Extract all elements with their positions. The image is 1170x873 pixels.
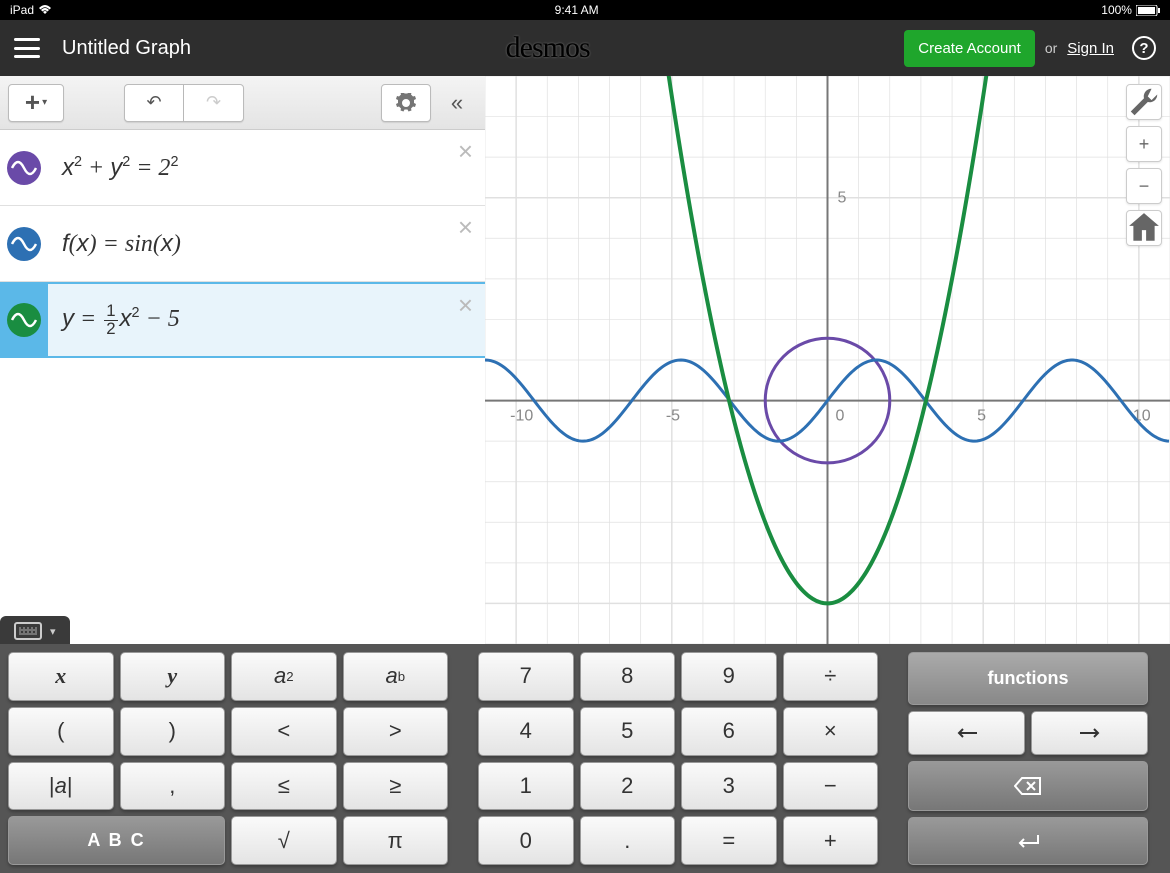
key-+[interactable]: + — [783, 816, 879, 865]
keyboard-icon — [14, 622, 42, 640]
keyboard-toggle-button[interactable]: ▾ — [0, 616, 70, 644]
zoom-out-button[interactable]: − — [1126, 168, 1162, 204]
key-aᵇ[interactable]: ab — [343, 652, 449, 701]
settings-button[interactable] — [381, 84, 431, 122]
expression-panel: +▾ ↶ ↷ « x2 + y2 = 22 × f(x) = sin(x) — [0, 76, 485, 644]
battery-icon — [1136, 5, 1160, 16]
color-swatch-icon[interactable] — [7, 303, 41, 337]
key-−[interactable]: − — [783, 762, 879, 811]
close-icon[interactable]: × — [458, 136, 473, 167]
expression-input[interactable]: y = 12x2 − 5 — [48, 303, 485, 338]
key-backspace[interactable] — [908, 761, 1148, 811]
color-swatch-icon[interactable] — [7, 151, 41, 185]
key-≤[interactable]: ≤ — [231, 762, 337, 811]
key-arrow-left[interactable] — [908, 711, 1025, 755]
math-keyboard: xya2ab ()<> |a|,≤≥ A B C√π 789÷ 456× 123− 0.=+… — [0, 644, 1170, 873]
svg-text:-10: -10 — [510, 408, 533, 425]
key-.[interactable]: . — [580, 816, 676, 865]
graph-title[interactable]: Untitled Graph — [62, 37, 191, 60]
key-x[interactable]: x — [8, 652, 114, 701]
key-8[interactable]: 8 — [580, 652, 676, 701]
key-7[interactable]: 7 — [478, 652, 574, 701]
key-6[interactable]: 6 — [681, 707, 777, 756]
key->[interactable]: > — [343, 707, 449, 756]
expression-row[interactable]: x2 + y2 = 22 × — [0, 130, 485, 206]
gear-icon — [396, 93, 416, 113]
home-button[interactable] — [1126, 210, 1162, 246]
expression-input[interactable]: f(x) = sin(x) — [48, 230, 485, 258]
close-icon[interactable]: × — [458, 290, 473, 321]
add-expression-button[interactable]: +▾ — [8, 84, 64, 122]
menu-icon[interactable] — [14, 38, 40, 58]
key-=[interactable]: = — [681, 816, 777, 865]
undo-button[interactable]: ↶ — [124, 84, 184, 122]
key-arrow-right[interactable] — [1031, 711, 1148, 755]
create-account-button[interactable]: Create Account — [904, 30, 1035, 67]
arrow-left-icon — [955, 727, 979, 739]
collapse-panel-button[interactable]: « — [437, 84, 477, 122]
backspace-icon — [1014, 777, 1042, 795]
clock: 9:41 AM — [555, 3, 599, 17]
key-π[interactable]: π — [343, 816, 449, 865]
key-enter[interactable] — [908, 817, 1148, 865]
key-5[interactable]: 5 — [580, 707, 676, 756]
svg-text:5: 5 — [838, 190, 847, 207]
wrench-icon[interactable] — [1126, 84, 1162, 120]
or-text: or — [1045, 40, 1057, 56]
key-functions[interactable]: functions — [908, 652, 1148, 705]
graph-viewport[interactable]: -10 -5 0 5 10 5 + − — [485, 76, 1170, 644]
home-icon — [1127, 211, 1161, 245]
close-icon[interactable]: × — [458, 212, 473, 243]
help-icon[interactable]: ? — [1132, 36, 1156, 60]
key-|a|[interactable]: |a| — [8, 762, 114, 811]
key-4[interactable]: 4 — [478, 707, 574, 756]
key-3[interactable]: 3 — [681, 762, 777, 811]
arrow-right-icon — [1078, 727, 1102, 739]
key-<[interactable]: < — [231, 707, 337, 756]
wifi-icon — [38, 5, 52, 15]
expression-row[interactable]: y = 12x2 − 5 × — [0, 282, 485, 358]
signin-link[interactable]: Sign In — [1067, 40, 1114, 57]
key-0[interactable]: 0 — [478, 816, 574, 865]
brand-logo: desmos — [191, 31, 904, 65]
graph-canvas[interactable]: -10 -5 0 5 10 5 — [485, 76, 1170, 644]
device-label: iPad — [10, 3, 34, 17]
expression-input[interactable]: x2 + y2 = 22 — [48, 154, 485, 182]
svg-text:-5: -5 — [666, 408, 680, 425]
redo-button[interactable]: ↷ — [184, 84, 244, 122]
key-A B C[interactable]: A B C — [8, 816, 225, 865]
expression-toolbar: +▾ ↶ ↷ « — [0, 76, 485, 130]
zoom-in-button[interactable]: + — [1126, 126, 1162, 162]
key-,[interactable]: , — [120, 762, 226, 811]
app-header: Untitled Graph desmos Create Account or … — [0, 20, 1170, 76]
key-([interactable]: ( — [8, 707, 114, 756]
status-bar: iPad 9:41 AM 100% — [0, 0, 1170, 20]
svg-text:10: 10 — [1133, 408, 1151, 425]
svg-text:0: 0 — [836, 408, 845, 425]
color-swatch-icon[interactable] — [7, 227, 41, 261]
graph-tools: + − — [1126, 84, 1162, 246]
expression-row[interactable]: f(x) = sin(x) × — [0, 206, 485, 282]
key-9[interactable]: 9 — [681, 652, 777, 701]
key-)[interactable]: ) — [120, 707, 226, 756]
key-×[interactable]: × — [783, 707, 879, 756]
svg-text:5: 5 — [977, 408, 986, 425]
key-≥[interactable]: ≥ — [343, 762, 449, 811]
key-y[interactable]: y — [120, 652, 226, 701]
key-√[interactable]: √ — [231, 816, 337, 865]
enter-icon — [1014, 833, 1042, 849]
key-a²[interactable]: a2 — [231, 652, 337, 701]
expression-list: x2 + y2 = 22 × f(x) = sin(x) × y = 12x2 … — [0, 130, 485, 644]
battery-pct: 100% — [1101, 3, 1132, 17]
key-2[interactable]: 2 — [580, 762, 676, 811]
key-÷[interactable]: ÷ — [783, 652, 879, 701]
key-1[interactable]: 1 — [478, 762, 574, 811]
